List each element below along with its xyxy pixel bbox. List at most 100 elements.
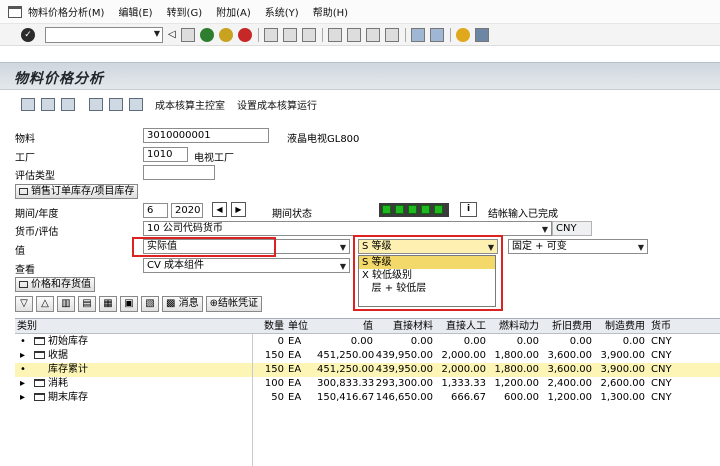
- expand-icon[interactable]: ▸: [20, 391, 25, 405]
- app-menu-icon[interactable]: [8, 5, 22, 18]
- fixed-variable-select[interactable]: 固定 + 可变: [508, 239, 648, 254]
- period-year-label: 期间/年度: [15, 209, 59, 220]
- view-select[interactable]: CV 成本组件: [143, 258, 350, 273]
- col-header-depreciation[interactable]: 折旧费用: [541, 319, 592, 334]
- enter-check-icon[interactable]: ✓: [21, 27, 35, 42]
- find-icon[interactable]: [283, 27, 297, 42]
- costing-icon[interactable]: [89, 97, 103, 111]
- expand-icon[interactable]: ▸: [20, 349, 25, 363]
- currency-valuation-label: 货币/评估: [15, 227, 59, 238]
- messages-button[interactable]: ▩ 消息: [162, 296, 203, 312]
- menu-extras[interactable]: 附加(A): [216, 4, 251, 19]
- cost-cockpit-button[interactable]: 成本核算主控室: [155, 97, 225, 112]
- previous-page-icon[interactable]: [347, 27, 361, 42]
- sales-order-stock-button[interactable]: 销售订单库存/项目库存: [15, 184, 139, 199]
- table-row[interactable]: • 库存累计 150 EA 451,250.00 439,950.00 2,00…: [15, 363, 720, 377]
- table-row[interactable]: • 初始库存 0 EA 0.00 0.00 0.00 0.00 0.00 0.0…: [15, 335, 720, 349]
- folder-icon: [34, 337, 45, 345]
- plant-description: 电视工厂: [194, 153, 234, 164]
- table-icon[interactable]: [109, 97, 123, 111]
- currency-select[interactable]: 10 公司代码货币: [143, 221, 552, 236]
- find-next-icon[interactable]: [302, 27, 316, 42]
- expand-all-icon[interactable]: ▽: [15, 296, 33, 312]
- last-page-icon[interactable]: [385, 27, 399, 42]
- refresh-icon[interactable]: [21, 97, 35, 111]
- table-row[interactable]: ▸ 收据 150 EA 451,250.00 439,950.00 2,000.…: [15, 349, 720, 363]
- direct-material-cell: 293,300.00: [375, 378, 433, 389]
- quantity-cell: 150: [264, 350, 284, 361]
- plant-label: 工厂: [15, 153, 35, 164]
- post-closing-button[interactable]: ⊕结帐凭证: [205, 296, 263, 312]
- price-stock-value-button[interactable]: 价格和存货值: [15, 277, 95, 292]
- folder-icon: [34, 379, 45, 387]
- direct-labor-cell: 666.67: [451, 392, 486, 403]
- fuel-power-cell: 1,200.00: [494, 378, 539, 389]
- currency-cell: CNY: [651, 350, 672, 361]
- toolbar-separator: [405, 27, 406, 42]
- col-header-fuel-power[interactable]: 燃料动力: [488, 319, 539, 334]
- material-input[interactable]: 3010000001: [143, 128, 269, 143]
- currency-cell: CNY: [651, 364, 672, 375]
- column-layout-icon[interactable]: ▦: [99, 296, 117, 312]
- value-cell: 150,416.67: [317, 392, 375, 403]
- direct-material-cell: 146,650.00: [375, 392, 433, 403]
- print-preview-icon[interactable]: ▤: [78, 296, 96, 312]
- col-header-quantity[interactable]: 数量: [253, 319, 284, 334]
- status-light-green: [395, 205, 404, 214]
- collapse-all-icon[interactable]: △: [36, 296, 54, 312]
- next-page-icon[interactable]: [366, 27, 380, 42]
- command-field[interactable]: [45, 26, 163, 43]
- previous-period-button[interactable]: ◀: [212, 202, 227, 217]
- find-icon[interactable]: ▥: [57, 296, 75, 312]
- category-cell: 库存累计: [48, 364, 88, 375]
- back-arrow-icon[interactable]: ◁: [168, 28, 176, 42]
- direct-material-cell: 439,950.00: [375, 350, 433, 361]
- folder-icon: [34, 393, 45, 401]
- menu-edit[interactable]: 编辑(E): [118, 4, 152, 19]
- new-session-icon[interactable]: [411, 27, 425, 42]
- first-page-icon[interactable]: [328, 27, 342, 42]
- unit-cell: EA: [288, 336, 302, 347]
- sum-icon[interactable]: ▣: [120, 296, 138, 312]
- menu-help[interactable]: 帮助(H): [313, 4, 348, 19]
- layout-settings-icon[interactable]: [475, 27, 489, 42]
- period-input[interactable]: 6: [143, 203, 168, 218]
- next-period-button[interactable]: ▶: [231, 202, 246, 217]
- col-header-direct-material[interactable]: 直接材料: [375, 319, 433, 334]
- year-input[interactable]: 2020: [171, 203, 203, 218]
- col-header-direct-labor[interactable]: 直接人工: [435, 319, 486, 334]
- shortcut-icon[interactable]: [430, 27, 444, 42]
- cancel-icon[interactable]: [238, 27, 252, 42]
- valuation-type-input[interactable]: [143, 165, 215, 180]
- currency-cell: CNY: [651, 378, 672, 389]
- menu-system[interactable]: 系统(Y): [265, 4, 299, 19]
- table-row[interactable]: ▸ 消耗 100 EA 300,833.33 293,300.00 1,333.…: [15, 377, 720, 391]
- manufacturing-cell: 0.00: [622, 336, 645, 347]
- manufacturing-cell: 1,300.00: [600, 392, 645, 403]
- expand-icon[interactable]: ▸: [20, 377, 25, 391]
- print-icon[interactable]: [264, 27, 278, 42]
- set-costing-run-button[interactable]: 设置成本核算运行: [237, 97, 317, 112]
- exit-icon[interactable]: [219, 27, 233, 42]
- unit-cell: EA: [288, 364, 302, 375]
- help-icon[interactable]: [456, 27, 470, 42]
- analysis-icon[interactable]: [129, 97, 143, 111]
- col-header-currency[interactable]: 货币: [651, 319, 671, 334]
- category-cell: 收据: [34, 349, 68, 363]
- save-icon[interactable]: [181, 27, 195, 42]
- info-icon[interactable]: i: [460, 202, 477, 217]
- col-header-unit[interactable]: 单位: [288, 319, 308, 334]
- col-header-category[interactable]: 类别: [17, 319, 37, 334]
- menu-material-price-analysis[interactable]: 物料价格分析(M): [28, 4, 104, 19]
- table-row[interactable]: ▸ 期末库存 50 EA 150,416.67 146,650.00 666.6…: [15, 391, 720, 405]
- hierarchy-icon[interactable]: [61, 97, 75, 111]
- back-icon[interactable]: [200, 27, 214, 42]
- details-icon[interactable]: [41, 97, 55, 111]
- hierarchy-icon[interactable]: ▧: [141, 296, 159, 312]
- menu-goto[interactable]: 转到(G): [167, 4, 203, 19]
- col-header-value[interactable]: 值: [317, 319, 373, 334]
- col-header-manufacturing[interactable]: 制造费用: [594, 319, 645, 334]
- plant-input[interactable]: 1010: [143, 147, 188, 162]
- depreciation-cell: 2,400.00: [547, 378, 592, 389]
- quantity-cell: 150: [264, 364, 284, 375]
